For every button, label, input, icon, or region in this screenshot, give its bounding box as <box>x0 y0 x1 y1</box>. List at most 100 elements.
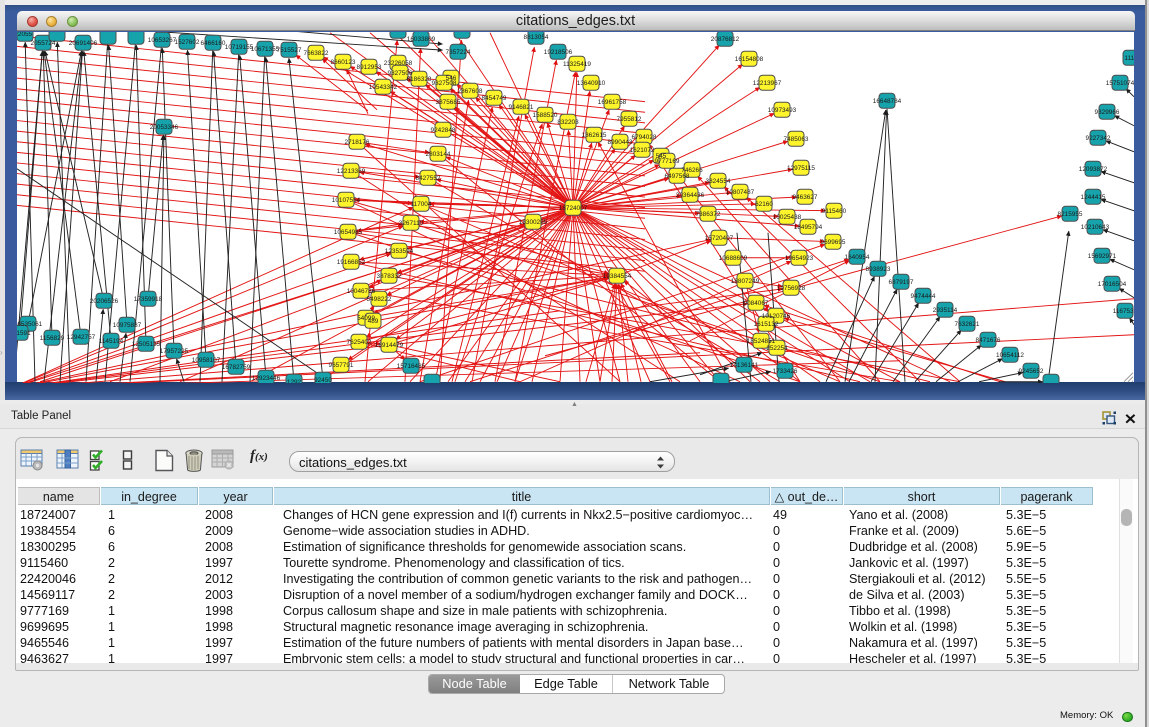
svg-text:2055724: 2055724 <box>31 39 56 46</box>
svg-text:1145194: 1145194 <box>99 337 124 344</box>
svg-text:1621072: 1621072 <box>630 146 655 153</box>
svg-text:1527602: 1527602 <box>175 38 200 45</box>
svg-text:10046786: 10046786 <box>347 287 376 294</box>
svg-text:7625402: 7625402 <box>347 338 372 345</box>
svg-text:18524851: 18524851 <box>747 337 776 344</box>
svg-text:18724007: 18724007 <box>559 204 588 211</box>
svg-text:17359918: 17359918 <box>134 295 163 302</box>
svg-text:16782759: 16782759 <box>222 363 251 370</box>
svg-text:10654985: 10654985 <box>334 228 363 235</box>
svg-text:9115460: 9115460 <box>822 207 847 214</box>
svg-text:9245652: 9245652 <box>1019 367 1044 374</box>
svg-text:62160: 62160 <box>755 200 773 207</box>
svg-text:16033809: 16033809 <box>407 35 436 42</box>
svg-text:252254: 252254 <box>766 344 788 351</box>
svg-text:9463627: 9463627 <box>793 193 818 200</box>
svg-text:8215955: 8215955 <box>1058 210 1083 217</box>
svg-text:8990443: 8990443 <box>608 138 633 145</box>
svg-text:10025438: 10025438 <box>773 213 802 220</box>
svg-text:1292: 1292 <box>287 378 302 382</box>
svg-text:10973493: 10973493 <box>768 106 797 113</box>
svg-text:1588520: 1588520 <box>533 111 558 118</box>
svg-text:10654112: 10654112 <box>996 351 1024 358</box>
svg-text:1615132: 1615132 <box>754 320 779 327</box>
svg-text:3878332: 3878332 <box>377 272 402 279</box>
svg-text:489: 489 <box>368 317 379 324</box>
svg-text:15751074: 15751074 <box>1106 79 1134 86</box>
svg-text:8938923: 8938923 <box>866 265 891 272</box>
svg-text:2055: 2055 <box>18 32 33 38</box>
svg-text:17016504: 17016504 <box>1098 280 1127 287</box>
svg-text:20206526: 20206526 <box>90 297 119 304</box>
svg-text:20053346: 20053346 <box>150 123 179 130</box>
svg-text:19218506: 19218506 <box>544 48 573 55</box>
svg-text:6794028: 6794028 <box>632 133 657 140</box>
svg-text:1112: 1112 <box>1124 54 1134 61</box>
svg-text:7632621: 7632621 <box>955 320 980 327</box>
svg-text:18807249: 18807249 <box>731 277 760 284</box>
svg-text:12505135: 12505135 <box>132 340 161 347</box>
svg-text:6497568: 6497568 <box>665 172 690 179</box>
svg-text:9657791: 9657791 <box>329 361 354 368</box>
svg-text:10210643: 10210643 <box>1081 223 1110 230</box>
svg-text:6879197: 6879197 <box>889 278 914 285</box>
svg-text:7955812: 7955812 <box>617 115 642 122</box>
svg-text:10671355: 10671355 <box>251 45 280 52</box>
svg-text:8454749: 8454749 <box>482 94 507 101</box>
svg-text:15692971: 15692971 <box>1088 252 1117 259</box>
svg-text:18300295: 18300295 <box>519 218 548 225</box>
svg-text:2718176: 2718176 <box>345 138 370 145</box>
svg-text:16648784: 16648784 <box>873 97 902 104</box>
svg-text:12213967: 12213967 <box>753 79 782 86</box>
svg-text:9777169: 9777169 <box>655 157 680 164</box>
svg-text:1640954: 1640954 <box>845 253 870 260</box>
svg-text:7386372: 7386372 <box>696 210 721 217</box>
svg-text:1733426: 1733426 <box>773 367 798 374</box>
svg-text:2935114: 2935114 <box>933 306 958 313</box>
svg-text:12942757: 12942757 <box>67 333 96 340</box>
svg-text:26535061: 26535061 <box>17 320 43 327</box>
svg-text:1244415: 1244415 <box>1081 193 1106 200</box>
svg-text:9327508: 9327508 <box>432 79 457 86</box>
svg-text:391591: 391591 <box>17 329 31 336</box>
svg-text:2867608: 2867608 <box>458 87 483 94</box>
svg-text:8427552: 8427552 <box>416 174 441 181</box>
svg-text:12975115: 12975115 <box>787 164 815 171</box>
svg-text:7663822: 7663822 <box>304 49 329 56</box>
svg-text:8660123: 8660123 <box>331 58 356 65</box>
svg-text:6466160: 6466160 <box>201 39 226 46</box>
svg-text:14136141: 14136141 <box>730 361 759 368</box>
svg-text:1362615: 1362615 <box>582 131 607 138</box>
svg-text:9329966: 9329966 <box>1095 108 1120 115</box>
svg-text:1156829: 1156829 <box>40 334 65 341</box>
svg-text:12923446: 12923446 <box>252 374 281 381</box>
svg-text:10543342: 10543342 <box>369 83 398 90</box>
svg-text:10958107: 10958107 <box>192 356 221 363</box>
svg-text:7357224: 7357224 <box>446 48 471 55</box>
svg-text:3267110: 3267110 <box>399 219 424 226</box>
svg-text:7485063: 7485063 <box>784 135 809 142</box>
svg-text:7515527: 7515527 <box>277 46 302 53</box>
svg-text:11325419: 11325419 <box>563 60 591 67</box>
svg-text:832203: 832203 <box>557 118 579 125</box>
svg-text:9146821: 9146821 <box>509 103 534 110</box>
svg-text:10975887: 10975887 <box>113 321 142 328</box>
svg-text:12093872: 12093872 <box>1079 165 1108 172</box>
svg-text:19756928: 19756928 <box>777 284 806 291</box>
svg-text:10653267: 10653267 <box>148 36 177 43</box>
svg-text:9227342: 9227342 <box>1086 134 1111 141</box>
svg-text:19654923: 19654923 <box>785 254 814 261</box>
svg-text:10688609: 10688609 <box>719 254 748 261</box>
svg-text:16914479: 16914479 <box>375 341 404 348</box>
svg-text:3875685: 3875685 <box>436 98 461 105</box>
svg-text:23226058: 23226058 <box>384 59 413 66</box>
svg-text:12213369: 12213369 <box>337 167 366 174</box>
svg-text:15720407: 15720407 <box>705 234 734 241</box>
svg-text:20364436: 20364436 <box>676 191 705 198</box>
svg-text:2803144: 2803144 <box>426 150 451 157</box>
svg-text:15716485: 15716485 <box>397 362 426 369</box>
svg-text:9474444: 9474444 <box>911 292 936 299</box>
svg-text:20691406: 20691406 <box>69 39 98 46</box>
svg-text:9699695: 9699695 <box>821 238 846 245</box>
svg-text:5498222: 5498222 <box>367 295 392 302</box>
